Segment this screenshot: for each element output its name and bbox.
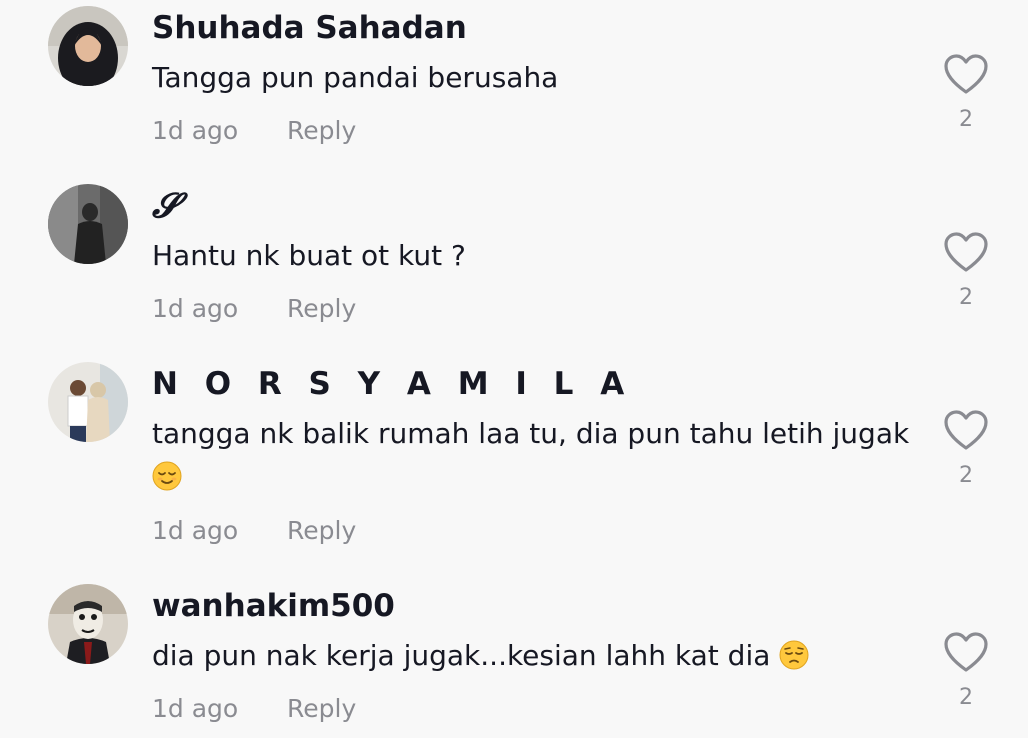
comment-text-body: Tangga pun pandai berusaha <box>152 61 559 94</box>
like-button[interactable] <box>942 52 990 96</box>
reply-button[interactable]: Reply <box>287 694 356 724</box>
comment-timestamp: 1d ago <box>152 294 239 323</box>
comment-item: wanhakim500 dia pun nak kerja jugak...ke… <box>0 578 1028 738</box>
heart-icon <box>944 232 988 272</box>
comment-username[interactable]: Shuhada Sahadan <box>152 10 467 46</box>
heart-icon <box>944 54 988 94</box>
comment-timestamp: 1d ago <box>152 116 239 145</box>
comment-item: N O R S Y A M I L A tangga nk balik ruma… <box>0 356 1028 578</box>
avatar-couple-icon <box>48 362 128 442</box>
relieved-face-emoji-icon <box>152 461 182 491</box>
like-button[interactable] <box>942 230 990 274</box>
comment-timestamp: 1d ago <box>152 694 239 723</box>
comment-text-body: tangga nk balik rumah laa tu, dia pun ta… <box>152 417 910 450</box>
avatar[interactable] <box>48 362 128 442</box>
comment-item: Shuhada Sahadan Tangga pun pandai berusa… <box>0 0 1028 178</box>
comment-item: 𝓢 Hantu nk buat ot kut ? 1d ago Reply 2 <box>0 178 1028 356</box>
like-count: 2 <box>959 463 973 488</box>
avatar[interactable] <box>48 584 128 664</box>
like-count: 2 <box>959 685 973 710</box>
like-count: 2 <box>959 285 973 310</box>
comment-timestamp: 1d ago <box>152 516 239 545</box>
heart-icon <box>944 632 988 672</box>
reply-button[interactable]: Reply <box>287 116 356 146</box>
avatar-dark-figure-icon <box>48 184 128 264</box>
like-button[interactable] <box>942 630 990 674</box>
comment-text: dia pun nak kerja jugak...kesian lahh ka… <box>152 634 912 677</box>
comment-text: tangga nk balik rumah laa tu, dia pun ta… <box>152 412 912 498</box>
avatar[interactable] <box>48 6 128 86</box>
reply-button[interactable]: Reply <box>287 516 356 546</box>
comment-username[interactable]: 𝓢 <box>152 188 178 224</box>
comment-username[interactable]: wanhakim500 <box>152 588 395 624</box>
comment-text: Tangga pun pandai berusaha <box>152 56 912 99</box>
comment-text-body: dia pun nak kerja jugak...kesian lahh ka… <box>152 639 771 672</box>
reply-button[interactable]: Reply <box>287 294 356 324</box>
avatar-woman-hijab-icon <box>48 6 128 86</box>
like-count: 2 <box>959 107 973 132</box>
comment-text: Hantu nk buat ot kut ? <box>152 234 912 277</box>
avatar[interactable] <box>48 184 128 264</box>
comment-username[interactable]: N O R S Y A M I L A <box>152 366 632 402</box>
avatar-mask-icon <box>48 584 128 664</box>
like-button[interactable] <box>942 408 990 452</box>
heart-icon <box>944 410 988 450</box>
comment-text-body: Hantu nk buat ot kut ? <box>152 239 466 272</box>
pensive-face-emoji-icon <box>779 640 809 670</box>
